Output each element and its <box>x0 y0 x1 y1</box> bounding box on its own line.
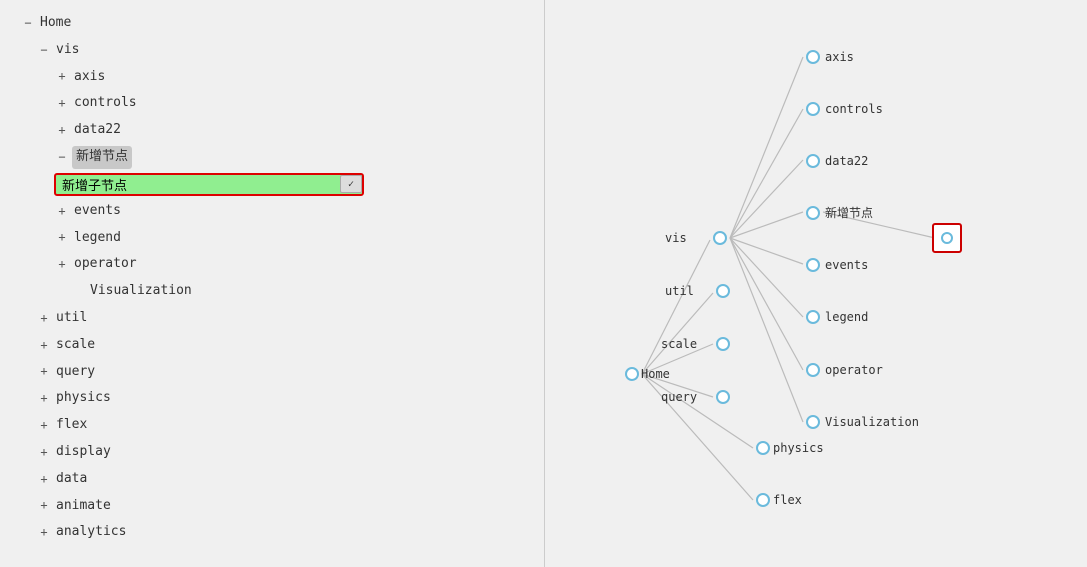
new-child-input-row: ✓ <box>0 173 544 196</box>
tree-item-physics[interactable]: + physics <box>0 385 544 412</box>
toggle-flex[interactable]: + <box>36 416 52 435</box>
tree-item-legend[interactable]: + legend <box>0 225 544 252</box>
tree-item-analytics[interactable]: + analytics <box>0 519 544 546</box>
input-confirm-button[interactable]: ✓ <box>340 175 362 193</box>
label-util: util <box>52 307 91 330</box>
tree-item-axis[interactable]: + axis <box>0 64 544 91</box>
svg-text:vis: vis <box>665 231 687 245</box>
toggle-display[interactable]: + <box>36 443 52 462</box>
svg-text:util: util <box>665 284 694 298</box>
svg-text:events: events <box>825 258 868 272</box>
graph-panel: axis controls data22 新增节点 events vis uti… <box>545 0 1087 567</box>
toggle-animate[interactable]: + <box>36 496 52 515</box>
label-display: display <box>52 441 115 464</box>
svg-text:Visualization: Visualization <box>825 415 919 429</box>
tree-item-events[interactable]: + events <box>0 198 544 225</box>
svg-text:flex: flex <box>773 493 802 507</box>
tree-item-data[interactable]: + data <box>0 466 544 493</box>
label-data22: data22 <box>70 119 125 142</box>
label-visualization: Visualization <box>86 280 196 303</box>
tree-item-visualization[interactable]: Visualization <box>0 278 544 305</box>
tree-item-controls[interactable]: + controls <box>0 90 544 117</box>
tree-item-scale[interactable]: + scale <box>0 332 544 359</box>
label-legend: legend <box>70 227 125 250</box>
label-events: events <box>70 200 125 223</box>
tree-item-operator[interactable]: + operator <box>0 251 544 278</box>
tree-item-xinjie[interactable]: − 新增节点 <box>0 144 544 171</box>
toggle-operator[interactable]: + <box>54 255 70 274</box>
label-animate: animate <box>52 495 115 518</box>
label-scale: scale <box>52 334 99 357</box>
tree-item-display[interactable]: + display <box>0 439 544 466</box>
toggle-data22[interactable]: + <box>54 121 70 140</box>
svg-text:physics: physics <box>773 441 824 455</box>
input-wrapper: ✓ <box>54 173 364 196</box>
label-controls: controls <box>70 92 141 115</box>
label-flex: flex <box>52 414 91 437</box>
toggle-vis[interactable]: − <box>36 41 52 60</box>
new-child-input[interactable] <box>54 173 364 196</box>
graph-svg: axis controls data22 新增节点 events vis uti… <box>545 0 1087 567</box>
label-operator: operator <box>70 253 141 276</box>
svg-text:axis: axis <box>825 50 854 64</box>
tree-item-home[interactable]: − Home <box>0 10 544 37</box>
tree-item-animate[interactable]: + animate <box>0 493 544 520</box>
label-data: data <box>52 468 91 491</box>
toggle-events[interactable]: + <box>54 202 70 221</box>
toggle-axis[interactable]: + <box>54 67 70 86</box>
svg-text:controls: controls <box>825 102 883 116</box>
svg-text:query: query <box>661 390 697 404</box>
app-container: − Home − vis + axis + controls + data22 <box>0 0 1087 567</box>
svg-text:operator: operator <box>825 363 883 377</box>
toggle-analytics[interactable]: + <box>36 523 52 542</box>
tree-item-util[interactable]: + util <box>0 305 544 332</box>
svg-text:legend: legend <box>825 310 868 324</box>
tree-item-flex[interactable]: + flex <box>0 412 544 439</box>
label-axis: axis <box>70 66 109 89</box>
tree-panel: − Home − vis + axis + controls + data22 <box>0 0 545 567</box>
label-physics: physics <box>52 387 115 410</box>
toggle-data[interactable]: + <box>36 470 52 489</box>
svg-text:data22: data22 <box>825 154 868 168</box>
svg-text:Home: Home <box>641 367 670 381</box>
toggle-controls[interactable]: + <box>54 94 70 113</box>
tree-item-vis[interactable]: − vis <box>0 37 544 64</box>
toggle-physics[interactable]: + <box>36 389 52 408</box>
label-xinjie: 新增节点 <box>72 146 132 169</box>
label-home: Home <box>36 12 75 35</box>
tree-item-data22[interactable]: + data22 <box>0 117 544 144</box>
toggle-home[interactable]: − <box>20 14 36 33</box>
svg-text:新增节点: 新增节点 <box>825 205 873 220</box>
toggle-util[interactable]: + <box>36 309 52 328</box>
tree-item-query[interactable]: + query <box>0 359 544 386</box>
toggle-query[interactable]: + <box>36 362 52 381</box>
toggle-legend[interactable]: + <box>54 228 70 247</box>
svg-text:scale: scale <box>661 337 697 351</box>
toggle-scale[interactable]: + <box>36 336 52 355</box>
label-query: query <box>52 361 99 384</box>
label-vis: vis <box>52 39 83 62</box>
toggle-xinjie[interactable]: − <box>54 148 70 167</box>
label-analytics: analytics <box>52 521 130 544</box>
